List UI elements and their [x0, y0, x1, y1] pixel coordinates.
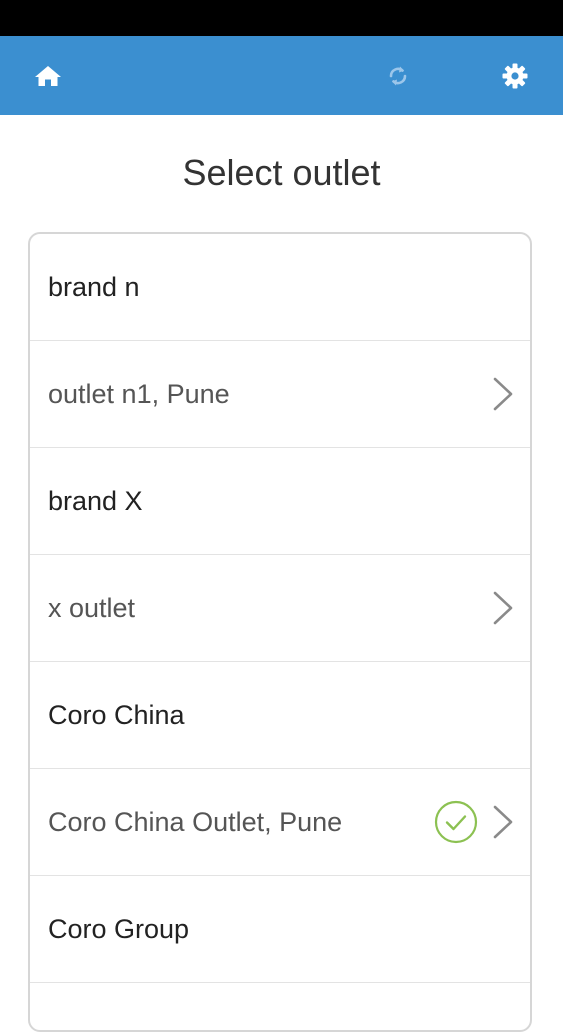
status-bar: [0, 0, 563, 36]
outlet-label: Coro China Outlet, Pune: [48, 806, 343, 837]
outlet-row[interactable]: outlet n1, Pune: [30, 341, 530, 448]
chevron-right-icon: [493, 377, 513, 411]
sync-icon: [389, 66, 407, 85]
outlet-row[interactable]: x outlet: [30, 555, 530, 662]
selected-check-icon: [434, 800, 478, 844]
page-title: Select outlet: [182, 152, 381, 193]
brand-label: Coro Group: [48, 913, 190, 944]
home-button[interactable]: [18, 36, 78, 115]
chevron-right-icon: [493, 805, 513, 839]
brand-header: brand n: [30, 234, 530, 341]
gear-icon: [502, 63, 528, 88]
outlet-row-selected[interactable]: Coro China Outlet, Pune: [30, 769, 530, 876]
outlet-label: x outlet: [48, 592, 136, 623]
brand-label: brand X: [48, 485, 143, 516]
outlet-list: brand n outlet n1, Pune brand X x outlet…: [28, 232, 532, 1032]
brand-label: brand n: [48, 271, 140, 302]
outlet-label: outlet n1, Pune: [48, 378, 230, 409]
brand-header: brand X: [30, 448, 530, 555]
home-icon: [35, 65, 61, 86]
brand-header: Coro China: [30, 662, 530, 769]
app-header: [0, 36, 563, 115]
brand-header: Coro Group: [30, 876, 530, 983]
settings-button[interactable]: [485, 36, 545, 115]
brand-label: Coro China: [48, 699, 185, 730]
chevron-right-icon: [493, 591, 513, 625]
sync-button[interactable]: [368, 36, 428, 115]
